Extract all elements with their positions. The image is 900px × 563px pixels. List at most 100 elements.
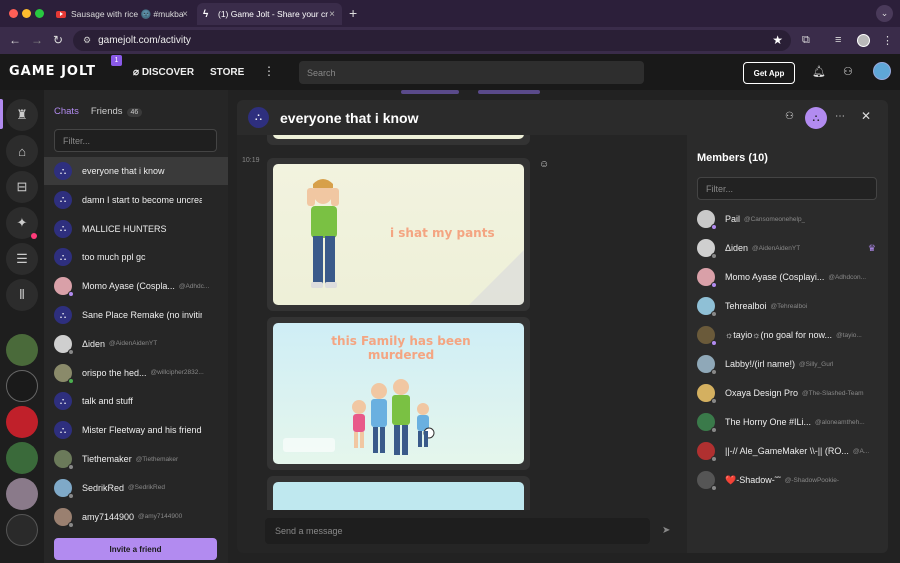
get-app-button[interactable]: Get App [743, 62, 795, 84]
avatar [54, 478, 74, 499]
add-member-icon[interactable]: ⚇ [785, 111, 794, 122]
rail-store-icon[interactable]: ⌂ [6, 135, 38, 167]
chat-name: everyone that i know [82, 166, 165, 176]
chat-list-item[interactable]: Mister Fleetway and his friends [44, 416, 228, 444]
browser-tab-youtube[interactable]: Sausage with rice 🌚 #mukba × [50, 3, 195, 25]
chat-list-item[interactable]: too much ppl gc [44, 243, 228, 271]
member-name: Tehrealboi [725, 301, 767, 311]
new-tab-button[interactable]: + [349, 5, 357, 21]
chat-list-item[interactable]: Sane Place Remake (no invitin... [44, 301, 228, 329]
member-item[interactable]: Pail @Cansomeonehelp_ [697, 208, 882, 230]
close-window-button[interactable] [9, 9, 18, 18]
chat-name: Mister Fleetway and his friends [82, 425, 202, 436]
reload-icon[interactable]: ↻ [53, 33, 63, 47]
minimize-window-button[interactable] [22, 9, 31, 18]
close-tab-icon[interactable]: × [182, 9, 188, 20]
chat-name: too much ppl gc [82, 252, 146, 263]
quests-icon[interactable]: ⚇ [843, 65, 853, 78]
send-icon[interactable]: ➤ [662, 525, 670, 536]
members-toggle-button[interactable]: ⛬ [805, 107, 827, 129]
member-item[interactable]: Momo Ayase (Cosplayi... @Adhdcon... [697, 266, 882, 288]
more-menu-icon[interactable]: ⋮ [263, 64, 275, 78]
extensions-icon[interactable]: ⧉ [802, 34, 810, 47]
site-info-icon[interactable]: ⚙ [83, 35, 91, 46]
notification-count-badge: 1 [111, 55, 122, 66]
rail-library-icon[interactable]: ⦀ [6, 279, 38, 311]
member-item[interactable]: Labby!/(irl name!) @Silly_Gurl [697, 353, 882, 375]
rail-community-avatar[interactable] [6, 406, 38, 438]
chat-list-item[interactable]: amy7144900 @amy7144900 [44, 503, 228, 531]
close-chat-icon[interactable]: ✕ [861, 109, 871, 123]
chat-list-item[interactable]: orispo the hed... @willcipher2832... [44, 359, 228, 387]
tab-search-button[interactable]: ⌄ [876, 5, 893, 22]
member-item[interactable]: Δiden @AidenAidenYT ♛ [697, 237, 882, 259]
member-item[interactable]: ||-// Ale_GameMaker \\-|| (RO... @A... [697, 440, 882, 462]
close-tab-icon[interactable]: × [329, 9, 335, 20]
add-reaction-icon[interactable]: ☺ [539, 159, 549, 170]
gamejolt-logo[interactable]: GAME JOLT [9, 64, 96, 79]
more-options-icon[interactable]: ⋯ [835, 111, 845, 122]
message-image[interactable]: this Family has been murdered [273, 323, 524, 464]
member-item[interactable]: ☼tayio☼(no goal for now... @tayio... [697, 324, 882, 346]
chat-name: SedrikRed [82, 482, 125, 493]
group-chat-icon [54, 219, 72, 238]
store-link[interactable]: STORE [210, 67, 244, 78]
rail-community-avatar[interactable] [6, 334, 38, 366]
member-item[interactable]: The Horny One #ILi... @aloneamtheh... [697, 411, 882, 433]
tab-chats[interactable]: Chats [54, 106, 79, 117]
maximize-window-button[interactable] [35, 9, 44, 18]
member-item[interactable]: Tehrealboi @Tehrealboi [697, 295, 882, 317]
member-item[interactable]: ❤️-Shadow-˜˜ @-ShadowPookie- [697, 469, 882, 491]
member-item[interactable]: Oxaya Design Pro @The-Slashed-Team [697, 382, 882, 404]
message-image[interactable]: i shat my pants [273, 164, 524, 305]
chat-header: ⛬ everyone that i know ⚇ ⛬ ⋯ ✕ [237, 100, 888, 135]
chat-tabs: Chats Friends 46 [54, 106, 143, 117]
avatar [697, 413, 717, 433]
group-chat-icon [54, 306, 72, 324]
message-image[interactable] [273, 482, 524, 510]
rail-backpack-icon[interactable]: ⊟ [6, 171, 38, 203]
media-icon[interactable]: ≡ [835, 34, 841, 46]
members-panel: Members (10) Filter... Pail @Cansomeonehe… [687, 135, 888, 553]
user-avatar[interactable] [873, 62, 891, 80]
message-image[interactable] [273, 135, 524, 139]
discover-link[interactable]: ⌀ DISCOVER [133, 67, 194, 78]
chat-list-item[interactable]: everyone that i know [44, 157, 228, 185]
member-username: @A... [852, 447, 870, 455]
rail-community-avatar[interactable] [6, 442, 38, 474]
group-chat-icon [54, 421, 72, 440]
browser-menu-icon[interactable]: ⋮ [882, 34, 893, 47]
tab-friends[interactable]: Friends 46 [91, 106, 143, 117]
chat-filter-input[interactable]: Filter... [54, 129, 217, 152]
member-name: Oxaya Design Pro [725, 388, 799, 398]
rail-activity-icon[interactable]: ♜ [6, 99, 38, 131]
chat-list-item[interactable]: MALLICE HUNTERS [44, 215, 228, 243]
invite-friend-button[interactable]: Invite a friend [54, 538, 217, 560]
avatar [697, 471, 717, 491]
avatar [54, 507, 74, 528]
rail-community-avatar[interactable] [6, 370, 38, 402]
message-input[interactable]: Send a message [265, 518, 650, 544]
chat-list-item[interactable]: Tiethemaker @Tiethemaker [44, 445, 228, 473]
rail-community-avatar[interactable] [6, 478, 38, 510]
back-icon[interactable]: ← [9, 33, 21, 47]
chat-list-item[interactable]: talk and stuff [44, 387, 228, 415]
browser-tab-gamejolt[interactable]: ϟ (1) Game Jolt - Share your cr × [197, 3, 342, 25]
chat-list-item[interactable]: Momo Ayase (Cospla... @Adhdc... [44, 272, 228, 300]
status-badge [711, 253, 717, 259]
notifications-bell-icon[interactable]: 🔔︎ [812, 65, 826, 78]
bookmark-star-icon[interactable]: ★ [772, 33, 783, 47]
chat-list-item[interactable]: SedrikRed @SedrikRed [44, 474, 228, 502]
members-filter-input[interactable]: Filter... [697, 177, 877, 200]
avatar [697, 442, 717, 462]
search-input[interactable]: Search [299, 61, 644, 84]
chat-username: @SedrikRed [128, 484, 165, 492]
browser-profile-avatar[interactable] [857, 34, 870, 47]
forward-icon[interactable]: → [31, 33, 43, 47]
avatar [54, 363, 74, 384]
rail-chat-icon[interactable]: ☰ [6, 243, 38, 275]
chat-list-item[interactable]: damn I start to become uncrea... [44, 186, 228, 214]
chat-list-item[interactable]: Δiden @AidenAidenYT [44, 330, 228, 358]
url-bar[interactable]: ⚙ gamejolt.com/activity ★ [73, 30, 791, 51]
rail-community-avatar[interactable] [6, 514, 38, 546]
